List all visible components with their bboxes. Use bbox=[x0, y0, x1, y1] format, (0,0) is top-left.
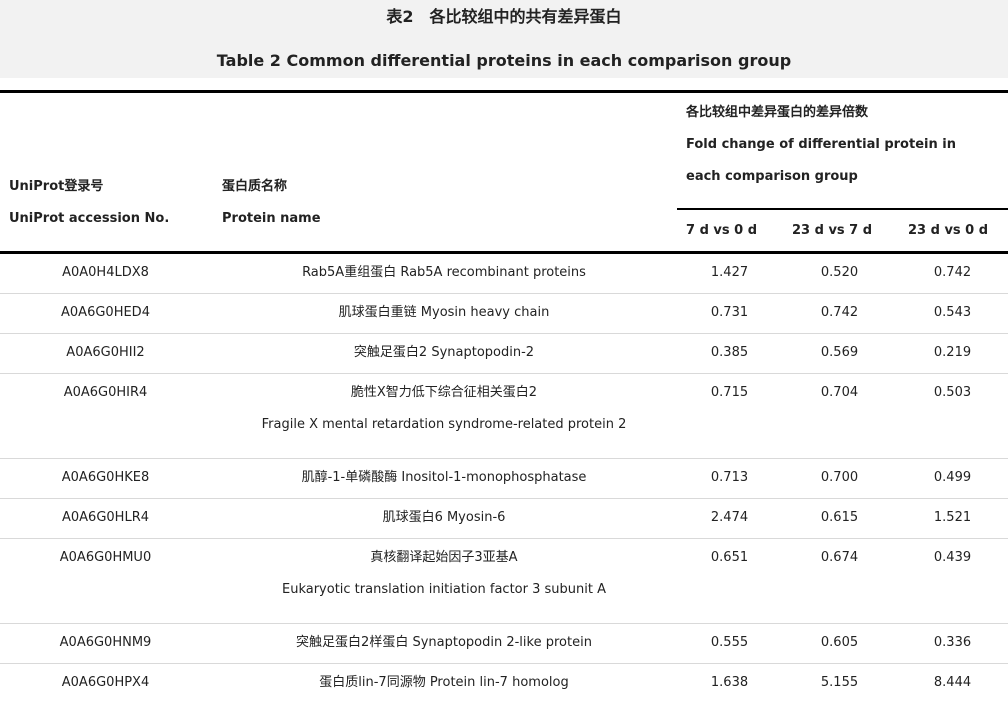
fold-23d-vs-0d-cell: 0.742 bbox=[933, 265, 972, 280]
protein-name-english-line: Eukaryotic translation initiation factor… bbox=[281, 582, 606, 597]
accession-cell: A0A6G0HLR4 bbox=[62, 510, 149, 525]
protein-name-cell: 真核翻译起始因子3亚基A bbox=[370, 550, 518, 565]
table-row: A0A6G0HII2 突触足蛋白2 Synaptopodin-2 0.385 0.56… bbox=[0, 334, 1008, 374]
fold-23d-vs-0d-cell: 0.499 bbox=[933, 470, 972, 485]
caption-english: Table 2 Common differential proteins in … bbox=[216, 51, 792, 70]
fold-23d-vs-7d-cell: 0.520 bbox=[820, 265, 859, 280]
accession-cell: A0A6G0HMU0 bbox=[59, 550, 152, 565]
header-sub-rule bbox=[677, 208, 1008, 210]
accession-cell: A0A6G0HNM9 bbox=[59, 635, 152, 650]
protein-name-cell: 蛋白质lin-7同源物 Protein lin-7 homolog bbox=[319, 675, 569, 690]
fold-23d-vs-0d-cell: 0.543 bbox=[933, 305, 972, 320]
protein-name-cell: 肌醇-1-单磷酸酶 Inositol-1-monophosphatase bbox=[301, 470, 587, 485]
fold-7d-vs-0d-cell: 0.555 bbox=[710, 635, 749, 650]
fold-23d-vs-7d-cell: 0.569 bbox=[820, 345, 859, 360]
accession-cell: A0A6G0HPX4 bbox=[61, 675, 150, 690]
protein-name-cell: 脆性X智力低下综合征相关蛋白2 bbox=[350, 385, 538, 400]
header-fold-change-en-line1: Fold change of differential protein in bbox=[686, 137, 956, 152]
protein-name-cell: 肌球蛋白重链 Myosin heavy chain bbox=[338, 305, 550, 320]
fold-7d-vs-0d-cell: 0.651 bbox=[710, 550, 749, 565]
table-row: A0A0H4LDX8 Rab5A重组蛋白 Rab5A recombinant pr… bbox=[0, 254, 1008, 294]
accession-cell: A0A0H4LDX8 bbox=[62, 265, 149, 280]
caption-chinese: 表2 各比较组中的共有差异蛋白 bbox=[386, 7, 622, 26]
accession-cell: A0A6G0HII2 bbox=[66, 345, 145, 360]
header-23d-vs-7d: 23 d vs 7 d bbox=[792, 223, 873, 238]
table-row: A0A6G0HMU0 真核翻译起始因子3亚基A 0.651 0.674 0.439 Euk… bbox=[0, 539, 1008, 624]
fold-23d-vs-0d-cell: 0.503 bbox=[933, 385, 972, 400]
fold-23d-vs-7d-cell: 0.615 bbox=[820, 510, 859, 525]
table-row: A0A6G0HIR4 脆性X智力低下综合征相关蛋白2 0.715 0.704 0.503… bbox=[0, 374, 1008, 459]
fold-7d-vs-0d-cell: 1.427 bbox=[710, 265, 749, 280]
accession-cell: A0A6G0HKE8 bbox=[61, 470, 150, 485]
table-row: A0A6G0HED4 肌球蛋白重链 Myosin heavy chain 0.731… bbox=[0, 294, 1008, 334]
fold-23d-vs-0d-cell: 1.521 bbox=[933, 510, 972, 525]
header-accession-zh: UniProt登录号 bbox=[9, 179, 104, 194]
fold-23d-vs-7d-cell: 0.704 bbox=[820, 385, 859, 400]
fold-7d-vs-0d-cell: 2.474 bbox=[710, 510, 749, 525]
table-caption: 表2 各比较组中的共有差异蛋白 Table 2 Common different… bbox=[0, 0, 1008, 78]
table-row: A0A6G0HNM9 突触足蛋白2样蛋白 Synaptopodin 2-like … bbox=[0, 624, 1008, 664]
fold-7d-vs-0d-cell: 0.715 bbox=[710, 385, 749, 400]
fold-23d-vs-0d-cell: 0.336 bbox=[933, 635, 972, 650]
fold-23d-vs-7d-cell: 0.605 bbox=[820, 635, 859, 650]
header-23d-vs-0d: 23 d vs 0 d bbox=[908, 223, 989, 238]
fold-23d-vs-0d-cell: 0.439 bbox=[933, 550, 972, 565]
fold-23d-vs-7d-cell: 5.155 bbox=[820, 675, 859, 690]
table-row: A0A6G0HKE8 肌醇-1-单磷酸酶 Inositol-1-monophosp… bbox=[0, 459, 1008, 499]
fold-23d-vs-0d-cell: 0.219 bbox=[933, 345, 972, 360]
fold-7d-vs-0d-cell: 1.638 bbox=[710, 675, 749, 690]
header-7d-vs-0d: 7 d vs 0 d bbox=[686, 223, 758, 238]
top-rule bbox=[0, 90, 1008, 93]
table-row: A0A6G0HLR4 肌球蛋白6 Myosin-6 2.474 0.615 1.521 bbox=[0, 499, 1008, 539]
protein-name-cell: Rab5A重组蛋白 Rab5A recombinant proteins bbox=[302, 265, 586, 280]
header-accession-en: UniProt accession No. bbox=[9, 211, 170, 226]
protein-name-cell: 肌球蛋白6 Myosin-6 bbox=[382, 510, 506, 525]
fold-7d-vs-0d-cell: 0.731 bbox=[710, 305, 749, 320]
header-fold-change-en-line2: each comparison group bbox=[686, 169, 858, 184]
table-row: A0A6G0HPX4 蛋白质lin-7同源物 Protein lin-7 homo… bbox=[0, 664, 1008, 704]
fold-23d-vs-7d-cell: 0.674 bbox=[820, 550, 859, 565]
protein-name-cell: 突触足蛋白2样蛋白 Synaptopodin 2-like protein bbox=[296, 635, 592, 650]
header-fold-change-zh: 各比较组中差异蛋白的差异倍数 bbox=[686, 105, 869, 120]
header-protein-name-zh: 蛋白质名称 bbox=[222, 179, 288, 194]
fold-23d-vs-0d-cell: 8.444 bbox=[933, 675, 972, 690]
fold-7d-vs-0d-cell: 0.713 bbox=[710, 470, 749, 485]
accession-cell: A0A6G0HED4 bbox=[61, 305, 150, 320]
header-protein-name-en: Protein name bbox=[222, 211, 321, 226]
protein-name-english-line: Fragile X mental retardation syndrome-re… bbox=[261, 417, 627, 432]
fold-23d-vs-7d-cell: 0.700 bbox=[820, 470, 859, 485]
accession-cell: A0A6G0HIR4 bbox=[63, 385, 148, 400]
protein-name-cell: 突触足蛋白2 Synaptopodin-2 bbox=[353, 345, 535, 360]
fold-7d-vs-0d-cell: 0.385 bbox=[710, 345, 749, 360]
fold-23d-vs-7d-cell: 0.742 bbox=[820, 305, 859, 320]
